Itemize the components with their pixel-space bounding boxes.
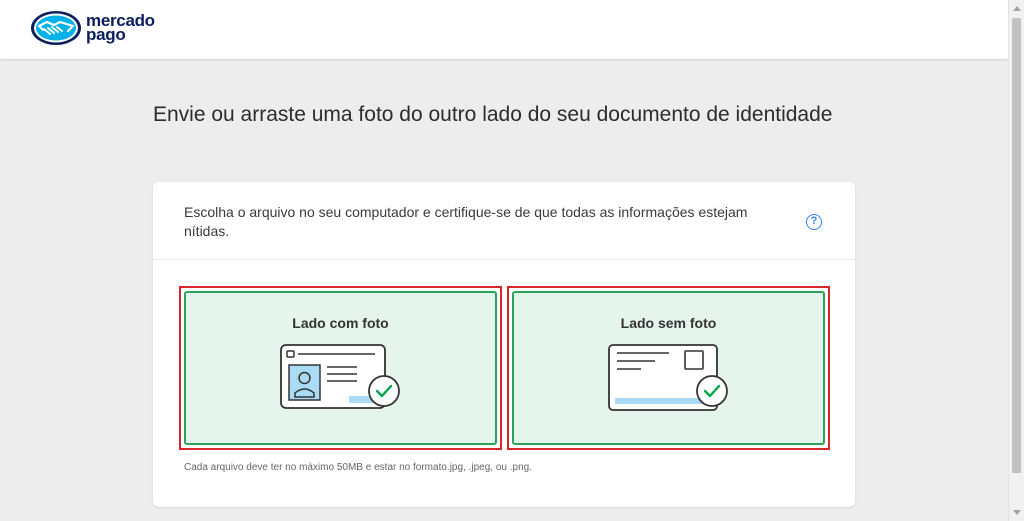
- brand-name-line2: pago: [86, 25, 126, 44]
- option-label-lado-com-foto: Lado com foto: [292, 315, 389, 331]
- file-requirements-note: Cada arquivo deve ter no máximo 50MB e e…: [184, 462, 532, 473]
- help-icon[interactable]: ?: [806, 214, 822, 230]
- scrollbar-thumb[interactable]: [1012, 18, 1021, 473]
- page-title: Envie ou arraste uma foto do outro lado …: [153, 103, 833, 126]
- option-label-lado-sem-foto: Lado sem foto: [620, 315, 717, 331]
- id-card-without-photo-icon: [608, 344, 728, 411]
- id-card-with-photo-icon: [280, 344, 400, 409]
- option-highlight-frame-front: Lado com foto: [179, 286, 502, 450]
- top-header: mercado pago: [0, 0, 1008, 59]
- brand-name: mercado pago: [86, 12, 155, 44]
- scroll-down-arrow-icon[interactable]: [1013, 510, 1021, 515]
- upload-option-lado-com-foto[interactable]: Lado com foto: [184, 291, 497, 445]
- vertical-scrollbar[interactable]: [1008, 0, 1024, 521]
- handshake-logo-icon: [31, 11, 81, 45]
- card-header: Escolha o arquivo no seu computador e ce…: [153, 182, 855, 260]
- scroll-up-arrow-icon[interactable]: [1013, 6, 1021, 11]
- option-highlight-frame-back: Lado sem foto: [507, 286, 830, 450]
- mercado-pago-logo[interactable]: mercado pago: [30, 9, 155, 47]
- upload-instructions: Escolha o arquivo no seu computador e ce…: [184, 204, 748, 239]
- upload-option-lado-sem-foto[interactable]: Lado sem foto: [512, 291, 825, 445]
